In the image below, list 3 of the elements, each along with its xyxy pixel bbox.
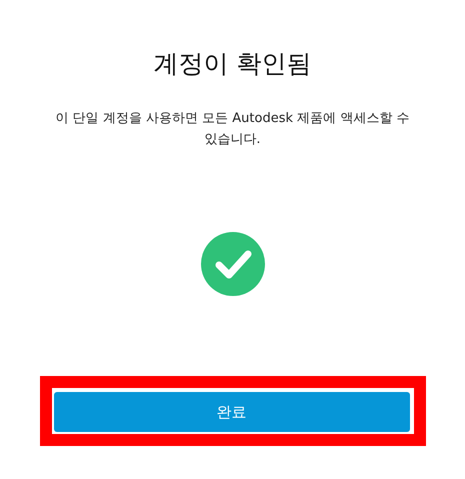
done-button[interactable]: 완료 (54, 392, 410, 432)
message-text: 이 단일 계정을 사용하면 모든 Autodesk 제품에 액세스할 수 있습니다. (54, 110, 410, 149)
page-title: 계정이 확인됨 (154, 48, 312, 80)
